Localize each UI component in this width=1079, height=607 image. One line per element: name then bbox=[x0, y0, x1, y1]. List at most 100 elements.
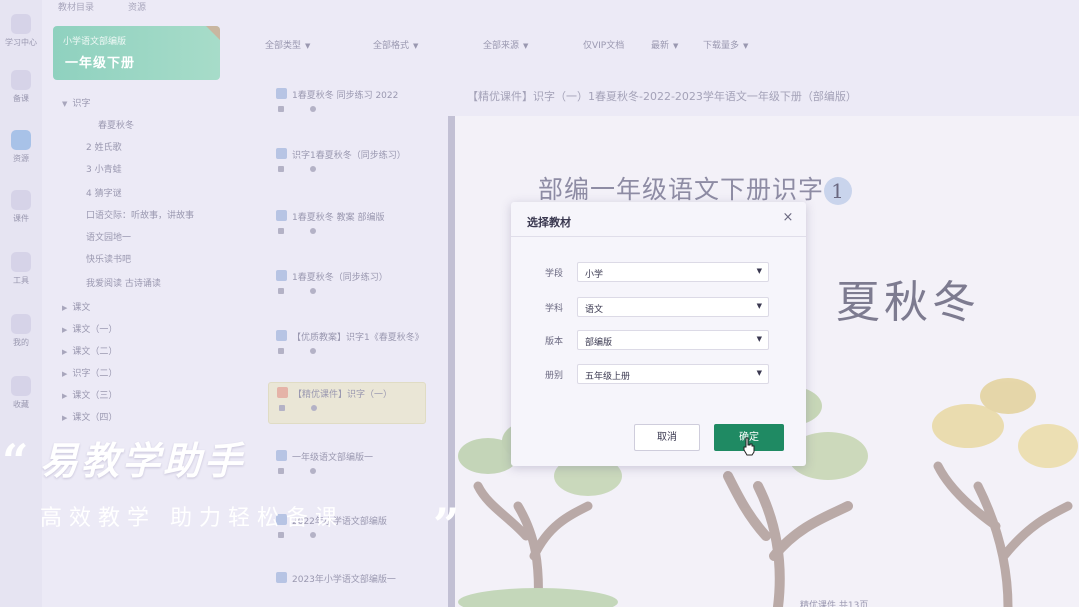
caret-down-icon: ▼ bbox=[756, 267, 762, 275]
subject-select[interactable]: 语文 ▼ bbox=[577, 297, 769, 317]
tree-item[interactable]: 语文园地一 bbox=[86, 230, 131, 243]
tab-resources[interactable]: 资源 bbox=[128, 0, 146, 13]
chapter-tree: ▼ 识字 春夏秋冬 2 姓氏歌 3 小青蛙 4 猜字谜 口语交际：听故事，讲故事 … bbox=[58, 90, 268, 430]
rail-item-tools[interactable]: 工具 bbox=[4, 248, 38, 296]
filter-type[interactable]: 全部类型 ▼ bbox=[265, 38, 310, 51]
item-meta bbox=[278, 228, 318, 236]
list-item[interactable]: 1春夏秋冬 教案 部编版 bbox=[268, 206, 426, 248]
tree-item[interactable]: 2 姓氏歌 bbox=[86, 140, 122, 153]
slide-number-badge: 1 bbox=[824, 177, 853, 205]
rail-item-favorite[interactable]: 收藏 bbox=[4, 372, 38, 420]
ppt-file-icon bbox=[277, 387, 288, 398]
textbook-grade: 一年级下册 bbox=[65, 56, 136, 71]
rail-item-learning[interactable]: 学习中心 bbox=[4, 10, 38, 58]
filter-vip[interactable]: 仅VIP文档 bbox=[583, 38, 624, 51]
tree-item[interactable]: ▶ 课文（二） bbox=[62, 344, 117, 357]
top-tabs: 教材目录 资源 bbox=[50, 0, 430, 14]
star-icon bbox=[11, 376, 31, 396]
filter-source[interactable]: 全部来源 ▼ bbox=[483, 38, 528, 51]
caret-right-icon: ▶ bbox=[62, 326, 68, 334]
rail-item-resource[interactable]: 资源 bbox=[4, 126, 38, 174]
caret-down-icon: ▼ bbox=[756, 369, 762, 377]
textbook-series: 小学语文部编版 bbox=[63, 37, 127, 47]
chevron-down-icon: ▼ bbox=[305, 42, 311, 50]
chevron-down-icon: ▼ bbox=[673, 42, 679, 50]
hand-cursor-icon bbox=[743, 437, 755, 456]
slides-icon bbox=[11, 190, 31, 210]
sort-downloads[interactable]: 下载量多 ▼ bbox=[703, 38, 748, 51]
caret-right-icon: ▶ bbox=[62, 392, 68, 400]
caret-down-icon: ▼ bbox=[756, 302, 762, 310]
chevron-down-icon: ▼ bbox=[743, 42, 749, 50]
filter-bar: 全部类型 ▼ 全部格式 ▼ 全部来源 ▼ 仅VIP文档 最新 ▼ 下载量多 ▼ bbox=[265, 38, 765, 54]
caret-down-icon: ▼ bbox=[756, 335, 762, 343]
folder-icon bbox=[11, 130, 31, 150]
stage-select[interactable]: 小学 ▼ bbox=[577, 262, 769, 282]
sort-latest[interactable]: 最新 ▼ bbox=[651, 38, 678, 51]
item-meta bbox=[278, 348, 318, 356]
caret-right-icon: ▶ bbox=[62, 370, 68, 378]
list-item-selected[interactable]: 【精优课件】识字（一） bbox=[268, 382, 426, 424]
tree-item[interactable]: 4 猜字谜 bbox=[86, 186, 122, 199]
book-icon bbox=[11, 70, 31, 90]
tree-item[interactable]: 快乐读书吧 bbox=[86, 252, 131, 265]
cancel-button[interactable]: 取消 bbox=[634, 424, 700, 451]
promo-overlay: “ 易教学助手 高效教学 助力轻松备课 ” bbox=[0, 420, 480, 548]
tree-item[interactable]: ▼ 识字 bbox=[62, 96, 90, 109]
tree-item[interactable]: ▶ 课文 bbox=[62, 300, 90, 313]
list-item[interactable]: 识字1春夏秋冬（同步练习） bbox=[268, 144, 426, 186]
promo-subtitle: 高效教学 助力轻松备课 bbox=[40, 506, 344, 531]
select-textbook-dialog: 选择教材 × 学段 小学 ▼ 学科 语文 ▼ 版本 部编版 ▼ 册别 五年级上册 ▼ 取… bbox=[511, 202, 806, 466]
quote-close-mark: ” bbox=[433, 498, 460, 552]
chevron-down-icon: ▼ bbox=[523, 42, 529, 50]
field-edition: 版本 部编版 ▼ bbox=[511, 330, 806, 350]
field-volume: 册别 五年级上册 ▼ bbox=[511, 364, 806, 384]
textbook-card[interactable]: 小学语文部编版 一年级下册 bbox=[53, 26, 220, 80]
tree-item[interactable]: 3 小青蛙 bbox=[86, 162, 122, 175]
slide-big-text: 夏秋冬 bbox=[836, 277, 980, 328]
tree-item[interactable]: ▶ 识字（二） bbox=[62, 366, 117, 379]
tab-catalog[interactable]: 教材目录 bbox=[58, 0, 94, 13]
tree-item[interactable]: 春夏秋冬 bbox=[98, 118, 134, 131]
item-meta bbox=[279, 405, 319, 413]
corner-ribbon-icon bbox=[206, 26, 220, 40]
tree-item[interactable]: 我爱阅读 古诗诵读 bbox=[86, 276, 161, 289]
quote-open-mark: “ bbox=[2, 434, 29, 488]
doc-file-icon bbox=[276, 148, 287, 159]
list-item[interactable]: 1春夏秋冬 同步练习 2022 bbox=[268, 84, 426, 126]
slide-heading: 部编一年级语文下册识字 1 bbox=[538, 170, 853, 206]
doc-file-icon bbox=[276, 572, 287, 583]
item-meta bbox=[278, 166, 318, 174]
rail-item-prepare[interactable]: 备课 bbox=[4, 66, 38, 114]
list-item[interactable]: 【优质教案】识字1《春夏秋冬》 bbox=[268, 326, 426, 368]
item-meta bbox=[278, 288, 318, 296]
volume-select[interactable]: 五年级上册 ▼ bbox=[577, 364, 769, 384]
dialog-divider bbox=[511, 236, 806, 237]
doc-file-icon bbox=[276, 330, 287, 341]
tree-item[interactable]: 口语交际：听故事，讲故事 bbox=[86, 208, 194, 221]
filter-format[interactable]: 全部格式 ▼ bbox=[373, 38, 418, 51]
doc-file-icon bbox=[276, 88, 287, 99]
edition-select[interactable]: 部编版 ▼ bbox=[577, 330, 769, 350]
caret-down-icon: ▼ bbox=[62, 100, 68, 108]
field-stage: 学段 小学 ▼ bbox=[511, 262, 806, 282]
preview-footer: 精优课件 共13页 bbox=[800, 601, 869, 607]
tree-item[interactable]: ▶ 课文（一） bbox=[62, 322, 117, 335]
caret-right-icon: ▶ bbox=[62, 348, 68, 356]
user-icon bbox=[11, 314, 31, 334]
field-subject: 学科 语文 ▼ bbox=[511, 297, 806, 317]
promo-title: 易教学助手 bbox=[40, 439, 246, 483]
home-icon bbox=[11, 14, 31, 34]
rail-item-courseware[interactable]: 课件 bbox=[4, 186, 38, 234]
item-meta bbox=[278, 106, 318, 114]
close-icon[interactable]: × bbox=[780, 210, 796, 226]
tree-item[interactable]: ▶ 课文（三） bbox=[62, 388, 117, 401]
dialog-title: 选择教材 bbox=[527, 216, 571, 229]
caret-right-icon: ▶ bbox=[62, 304, 68, 312]
rail-item-mine[interactable]: 我的 bbox=[4, 310, 38, 358]
chevron-down-icon: ▼ bbox=[413, 42, 419, 50]
list-item[interactable]: 2023年小学语文部编版一 bbox=[268, 568, 426, 607]
tools-icon bbox=[11, 252, 31, 272]
list-item[interactable]: 1春夏秋冬（同步练习） bbox=[268, 266, 426, 308]
doc-file-icon bbox=[276, 270, 287, 281]
